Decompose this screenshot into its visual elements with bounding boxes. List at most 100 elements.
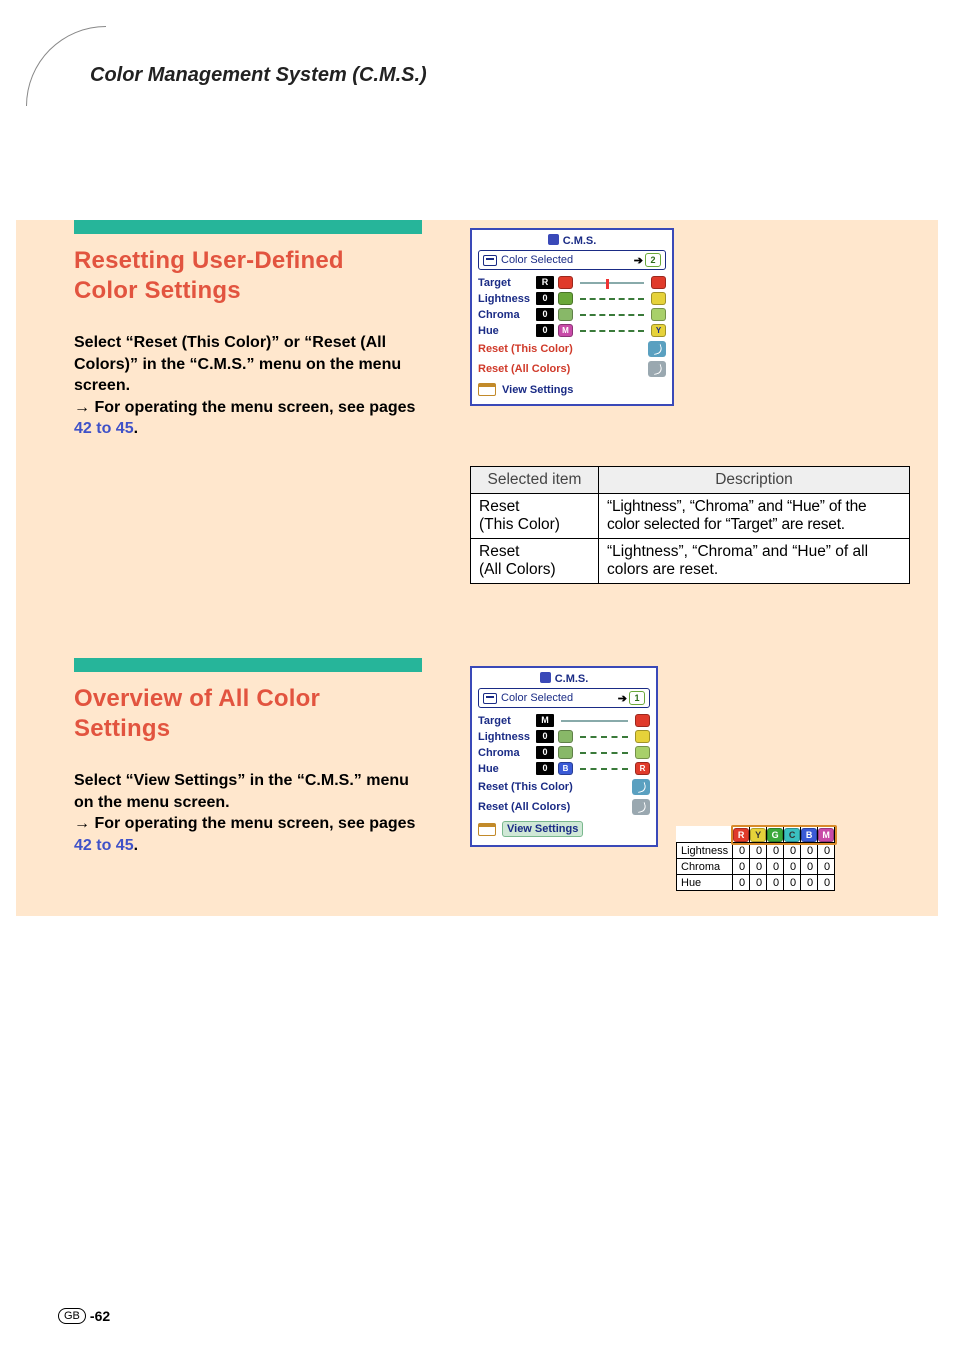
cell-line: (All Colors) (479, 561, 556, 578)
reset-icon (632, 799, 650, 815)
table-row: Reset (This Color) “Lightness”, “Chroma”… (471, 494, 910, 539)
matrix-row: Lightness000000 (677, 843, 835, 859)
color-chip-red (558, 276, 573, 289)
page-title: Color Management System (C.M.S.) (90, 64, 427, 87)
cms-icon (548, 234, 559, 245)
content-area: Resetting User-Defined Color Settings Se… (16, 220, 938, 916)
osd-reset-all-colors[interactable]: Reset (All Colors) (478, 361, 666, 377)
page-number: -62 (90, 1308, 110, 1324)
osd-row-hue: Hue 0 B R (478, 762, 650, 775)
heading-line-1: Resetting User-Defined (74, 247, 344, 274)
color-chip-red (651, 276, 666, 289)
window-icon (478, 383, 496, 396)
action-label: Reset (This Color) (478, 781, 573, 793)
window-icon (478, 823, 496, 836)
matrix-cell: 0 (784, 843, 801, 859)
row-value: 0 (536, 746, 554, 759)
matrix-header-chip: C (784, 827, 801, 843)
osd-menu-cms-2: C.M.S. Color Selected ➔ 1 Target M Light… (470, 666, 658, 847)
matrix-cell: 0 (818, 875, 835, 891)
adjust-icon (558, 292, 573, 305)
heading-line-2: Color Settings (74, 277, 241, 304)
reset-icon (632, 779, 650, 795)
region-badge: GB (58, 1308, 86, 1324)
body-paragraph-2a: For operating the menu screen, see pages (90, 815, 415, 832)
action-label: Reset (All Colors) (478, 801, 570, 813)
action-label: Reset (All Colors) (478, 363, 570, 375)
osd-sub-label: Color Selected (501, 692, 573, 704)
matrix-cell: 0 (767, 875, 784, 891)
cms-icon (540, 672, 551, 683)
section-bar (74, 658, 422, 672)
slider-marker (606, 279, 609, 289)
matrix-cell: 0 (733, 859, 750, 875)
row-label: Hue (478, 325, 532, 337)
osd-view-settings[interactable]: View Settings (478, 821, 650, 837)
table-header-selected-item: Selected item (471, 467, 599, 494)
arrow-right-icon: ➔ (618, 692, 627, 705)
heading-line-1: Overview of All Color (74, 685, 320, 712)
matrix-cell: 0 (733, 875, 750, 891)
table-cell-desc: “Lightness”, “Chroma” and “Hue” of all c… (599, 539, 910, 584)
page-link[interactable]: 42 to 45 (74, 837, 134, 854)
arrow-icon: → (74, 399, 90, 416)
adjust-icon (558, 308, 573, 321)
row-label: Chroma (478, 747, 532, 759)
row-value: M (536, 714, 554, 727)
row-label: Chroma (478, 309, 532, 321)
matrix-cell: 0 (818, 843, 835, 859)
osd-row-lightness: Lightness 0 (478, 730, 650, 743)
table-header-description: Description (599, 467, 910, 494)
row-value: 0 (536, 292, 554, 305)
osd-view-settings[interactable]: View Settings (478, 383, 666, 396)
body-paragraph-2b: . (134, 837, 138, 854)
row-value: 0 (536, 730, 554, 743)
color-selected-badge: 2 (645, 253, 661, 267)
matrix-cell: 0 (801, 843, 818, 859)
hue-chip-m: M (558, 324, 573, 337)
matrix-row-label: Chroma (677, 859, 733, 875)
row-label: Lightness (478, 731, 532, 743)
row-label: Hue (478, 763, 532, 775)
hue-chip-y: Y (651, 324, 666, 337)
osd-title-text: C.M.S. (563, 235, 597, 247)
matrix-header-chip: Y (750, 827, 767, 843)
row-value: 0 (536, 308, 554, 321)
description-table: Selected item Description Reset (This Co… (470, 466, 910, 584)
row-label: Target (478, 715, 532, 727)
adjust-icon (651, 308, 666, 321)
slider-track (580, 736, 628, 738)
section-body: Select “View Settings” in the “C.M.S.” m… (74, 770, 422, 856)
section-body: Select “Reset (This Color)” or “Reset (A… (74, 332, 422, 440)
matrix-header-chip: M (818, 827, 835, 843)
matrix-cell: 0 (784, 875, 801, 891)
matrix-cell: 0 (767, 859, 784, 875)
body-paragraph-2a: For operating the menu screen, see pages (90, 399, 415, 416)
matrix-cell: 0 (750, 843, 767, 859)
reset-icon (648, 361, 666, 377)
osd-reset-this-color[interactable]: Reset (This Color) (478, 341, 666, 357)
hue-chip-r: R (635, 762, 650, 775)
color-chip-red (635, 714, 650, 727)
matrix-cell: 0 (750, 859, 767, 875)
osd-row-hue: Hue 0 M Y (478, 324, 666, 337)
matrix-cell: 0 (818, 859, 835, 875)
osd-menu-cms-1: C.M.S. Color Selected ➔ 2 Target R Light… (470, 228, 674, 406)
osd-reset-this-color[interactable]: Reset (This Color) (478, 779, 650, 795)
osd-reset-all-colors[interactable]: Reset (All Colors) (478, 799, 650, 815)
osd-row-chroma: Chroma 0 (478, 308, 666, 321)
arrow-icon: → (74, 815, 90, 832)
osd-row-target: Target M (478, 714, 650, 727)
matrix-cell: 0 (784, 859, 801, 875)
osd-title-text: C.M.S. (555, 673, 589, 685)
matrix-header-chip: R (733, 827, 750, 843)
osd-color-selected-row: Color Selected ➔ 2 (478, 250, 666, 270)
adjust-icon (635, 730, 650, 743)
row-value: 0 (536, 324, 554, 337)
page-link[interactable]: 42 to 45 (74, 420, 134, 437)
osd-sub-label: Color Selected (501, 254, 573, 266)
slider-track (580, 282, 644, 284)
section-heading: Overview of All Color Settings (74, 684, 320, 744)
matrix-cell: 0 (767, 843, 784, 859)
table-row: Reset (All Colors) “Lightness”, “Chroma”… (471, 539, 910, 584)
